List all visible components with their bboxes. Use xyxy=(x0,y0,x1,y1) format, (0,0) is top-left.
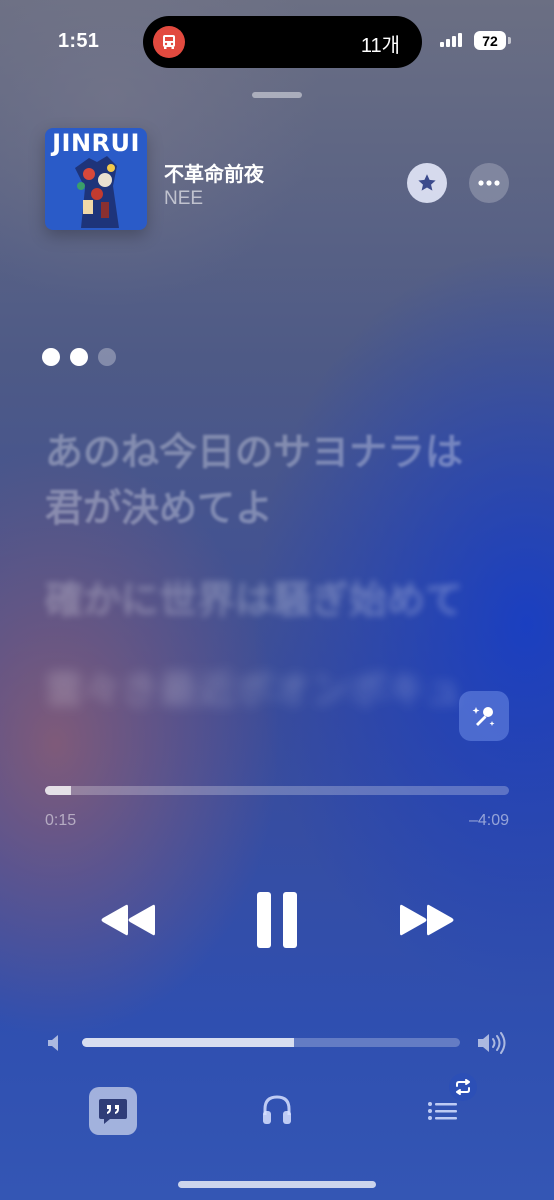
repeat-icon xyxy=(456,1079,470,1095)
lyric-line-4[interactable]: 雲々き最近ボオンボキュ xyxy=(45,662,515,718)
more-options-button[interactable] xyxy=(469,163,509,203)
status-time: 1:51 xyxy=(58,30,100,52)
dynamic-island[interactable]: 11개 xyxy=(143,16,422,68)
cellular-signal-icon xyxy=(440,33,462,47)
sheet-grabber[interactable] xyxy=(252,92,302,98)
volume-low-icon xyxy=(46,1033,62,1058)
home-indicator[interactable] xyxy=(178,1181,376,1188)
elapsed-time: 0:15 xyxy=(45,812,77,829)
airplay-headphones-icon xyxy=(263,1095,291,1124)
airplay-button[interactable] xyxy=(255,1088,299,1132)
battery-level: 72 xyxy=(482,32,498,49)
lyrics-icon xyxy=(99,1099,127,1124)
ellipsis-icon xyxy=(478,180,500,186)
bus-icon xyxy=(153,26,185,58)
volume-slider[interactable] xyxy=(82,1038,460,1047)
battery-icon: 72 xyxy=(474,31,506,50)
sing-mode-button[interactable] xyxy=(459,691,509,741)
song-title[interactable]: 不革命前夜 xyxy=(164,158,264,187)
lyric-line-1[interactable]: あのね今日のサヨナラは xyxy=(45,424,515,480)
pause-icon xyxy=(257,892,297,948)
playback-scrubber[interactable] xyxy=(45,786,509,795)
instrumental-indicator xyxy=(42,348,116,366)
rewind-icon xyxy=(101,904,155,936)
queue-icon xyxy=(428,1102,457,1120)
fast-forward-icon xyxy=(400,904,454,936)
previous-track-button[interactable] xyxy=(92,895,162,945)
star-icon xyxy=(418,174,436,191)
remaining-time: –4:09 xyxy=(468,812,509,829)
pause-button[interactable] xyxy=(248,888,306,952)
playback-progress-fill xyxy=(45,786,71,795)
volume-high-icon xyxy=(476,1031,508,1060)
lyric-line-2[interactable]: 君が決めてよ xyxy=(45,480,515,536)
lyrics-button[interactable] xyxy=(89,1087,137,1135)
repeat-badge[interactable] xyxy=(449,1073,477,1101)
battery-nub xyxy=(508,37,511,44)
lyric-line-3[interactable]: 確かに世界は騒ぎ始めて xyxy=(45,572,515,628)
favorite-button[interactable] xyxy=(407,163,447,203)
island-count-text: 11개 xyxy=(360,35,400,57)
microphone-sparkle-icon xyxy=(472,707,495,726)
volume-level-fill xyxy=(82,1038,294,1047)
artist-name[interactable]: NEE xyxy=(164,188,203,210)
album-artwork[interactable]: JINRUI xyxy=(45,128,147,230)
next-track-button[interactable] xyxy=(393,895,463,945)
